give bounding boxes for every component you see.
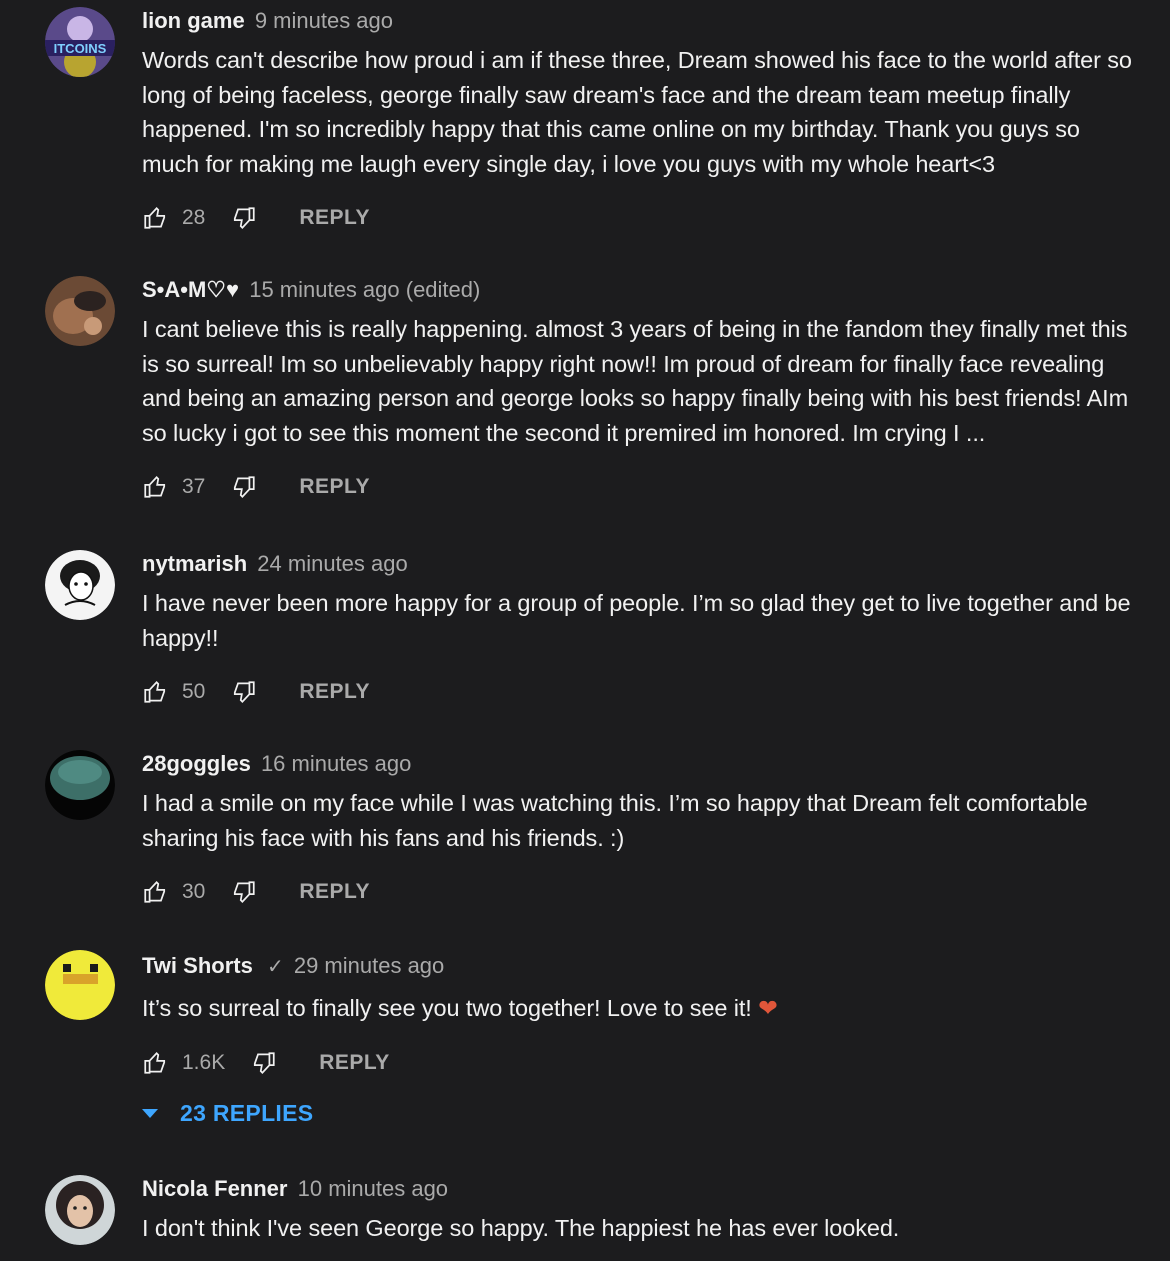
timestamp[interactable]: 9 minutes ago bbox=[255, 8, 393, 33]
avatar[interactable] bbox=[45, 1175, 115, 1245]
like-count: 1.6K bbox=[182, 1051, 226, 1074]
timestamp[interactable]: 29 minutes ago bbox=[294, 953, 444, 978]
reply-button[interactable]: REPLY bbox=[299, 206, 370, 230]
avatar[interactable] bbox=[45, 276, 115, 346]
like-count: 50 bbox=[182, 680, 206, 703]
reply-button[interactable]: REPLY bbox=[299, 680, 370, 704]
svg-text:ITCOINS: ITCOINS bbox=[54, 41, 107, 56]
like-count: 28 bbox=[182, 206, 206, 229]
comment-text: I don't think I've seen George so happy.… bbox=[142, 1215, 900, 1241]
thumbs-down-icon[interactable] bbox=[231, 205, 257, 231]
thumbs-down-icon[interactable] bbox=[231, 679, 257, 705]
caret-down-icon bbox=[142, 1109, 158, 1118]
view-replies-button[interactable]: 23 REPLIES bbox=[142, 1100, 313, 1127]
author-name[interactable]: lion game bbox=[142, 8, 245, 33]
thumbs-down-icon[interactable] bbox=[231, 879, 257, 905]
reply-button[interactable]: REPLY bbox=[299, 880, 370, 904]
heart-emoji-icon: ❤ bbox=[758, 995, 778, 1021]
comment-text-body: It’s so surreal to finally see you two t… bbox=[142, 995, 759, 1021]
timestamp[interactable]: 15 minutes ago (edited) bbox=[249, 277, 480, 302]
timestamp[interactable]: 16 minutes ago bbox=[261, 751, 411, 776]
like-count: 30 bbox=[182, 880, 206, 903]
checkmark-icon: ✓ bbox=[266, 956, 284, 978]
reply-button[interactable]: REPLY bbox=[319, 1051, 390, 1075]
reply-button[interactable]: REPLY bbox=[299, 475, 370, 499]
author-name[interactable]: Nicola Fenner bbox=[142, 1176, 287, 1201]
author-name[interactable]: Twi Shorts bbox=[142, 953, 253, 978]
timestamp[interactable]: 10 minutes ago bbox=[298, 1176, 448, 1201]
thumbs-up-icon[interactable] bbox=[142, 1050, 168, 1076]
replies-count-label: 23 REPLIES bbox=[180, 1100, 314, 1126]
avatar[interactable] bbox=[45, 550, 115, 620]
thumbs-up-icon[interactable] bbox=[142, 879, 168, 905]
author-name[interactable]: S•A•M♡♥ bbox=[142, 277, 239, 302]
thumbs-down-icon[interactable] bbox=[251, 1050, 277, 1076]
avatar[interactable] bbox=[45, 950, 115, 1020]
thumbs-up-icon[interactable] bbox=[142, 679, 168, 705]
avatar[interactable]: ITCOINS bbox=[45, 7, 115, 77]
like-count: 37 bbox=[182, 475, 206, 498]
avatar[interactable] bbox=[45, 750, 115, 820]
author-name[interactable]: nytmarish bbox=[142, 551, 247, 576]
author-name[interactable]: 28goggles bbox=[142, 751, 251, 776]
thumbs-up-icon[interactable] bbox=[142, 474, 168, 500]
comment-text: I cant believe this is really happening.… bbox=[142, 316, 1129, 446]
comment-text: Words can't describe how proud i am if t… bbox=[142, 47, 1132, 177]
thumbs-down-icon[interactable] bbox=[231, 474, 257, 500]
comment-text: I have never been more happy for a group… bbox=[142, 590, 1131, 651]
timestamp[interactable]: 24 minutes ago bbox=[257, 551, 407, 576]
thumbs-up-icon[interactable] bbox=[142, 205, 168, 231]
comment-text: It’s so surreal to finally see you two t… bbox=[142, 991, 1140, 1026]
comment-text: I had a smile on my face while I was wat… bbox=[142, 790, 1088, 851]
